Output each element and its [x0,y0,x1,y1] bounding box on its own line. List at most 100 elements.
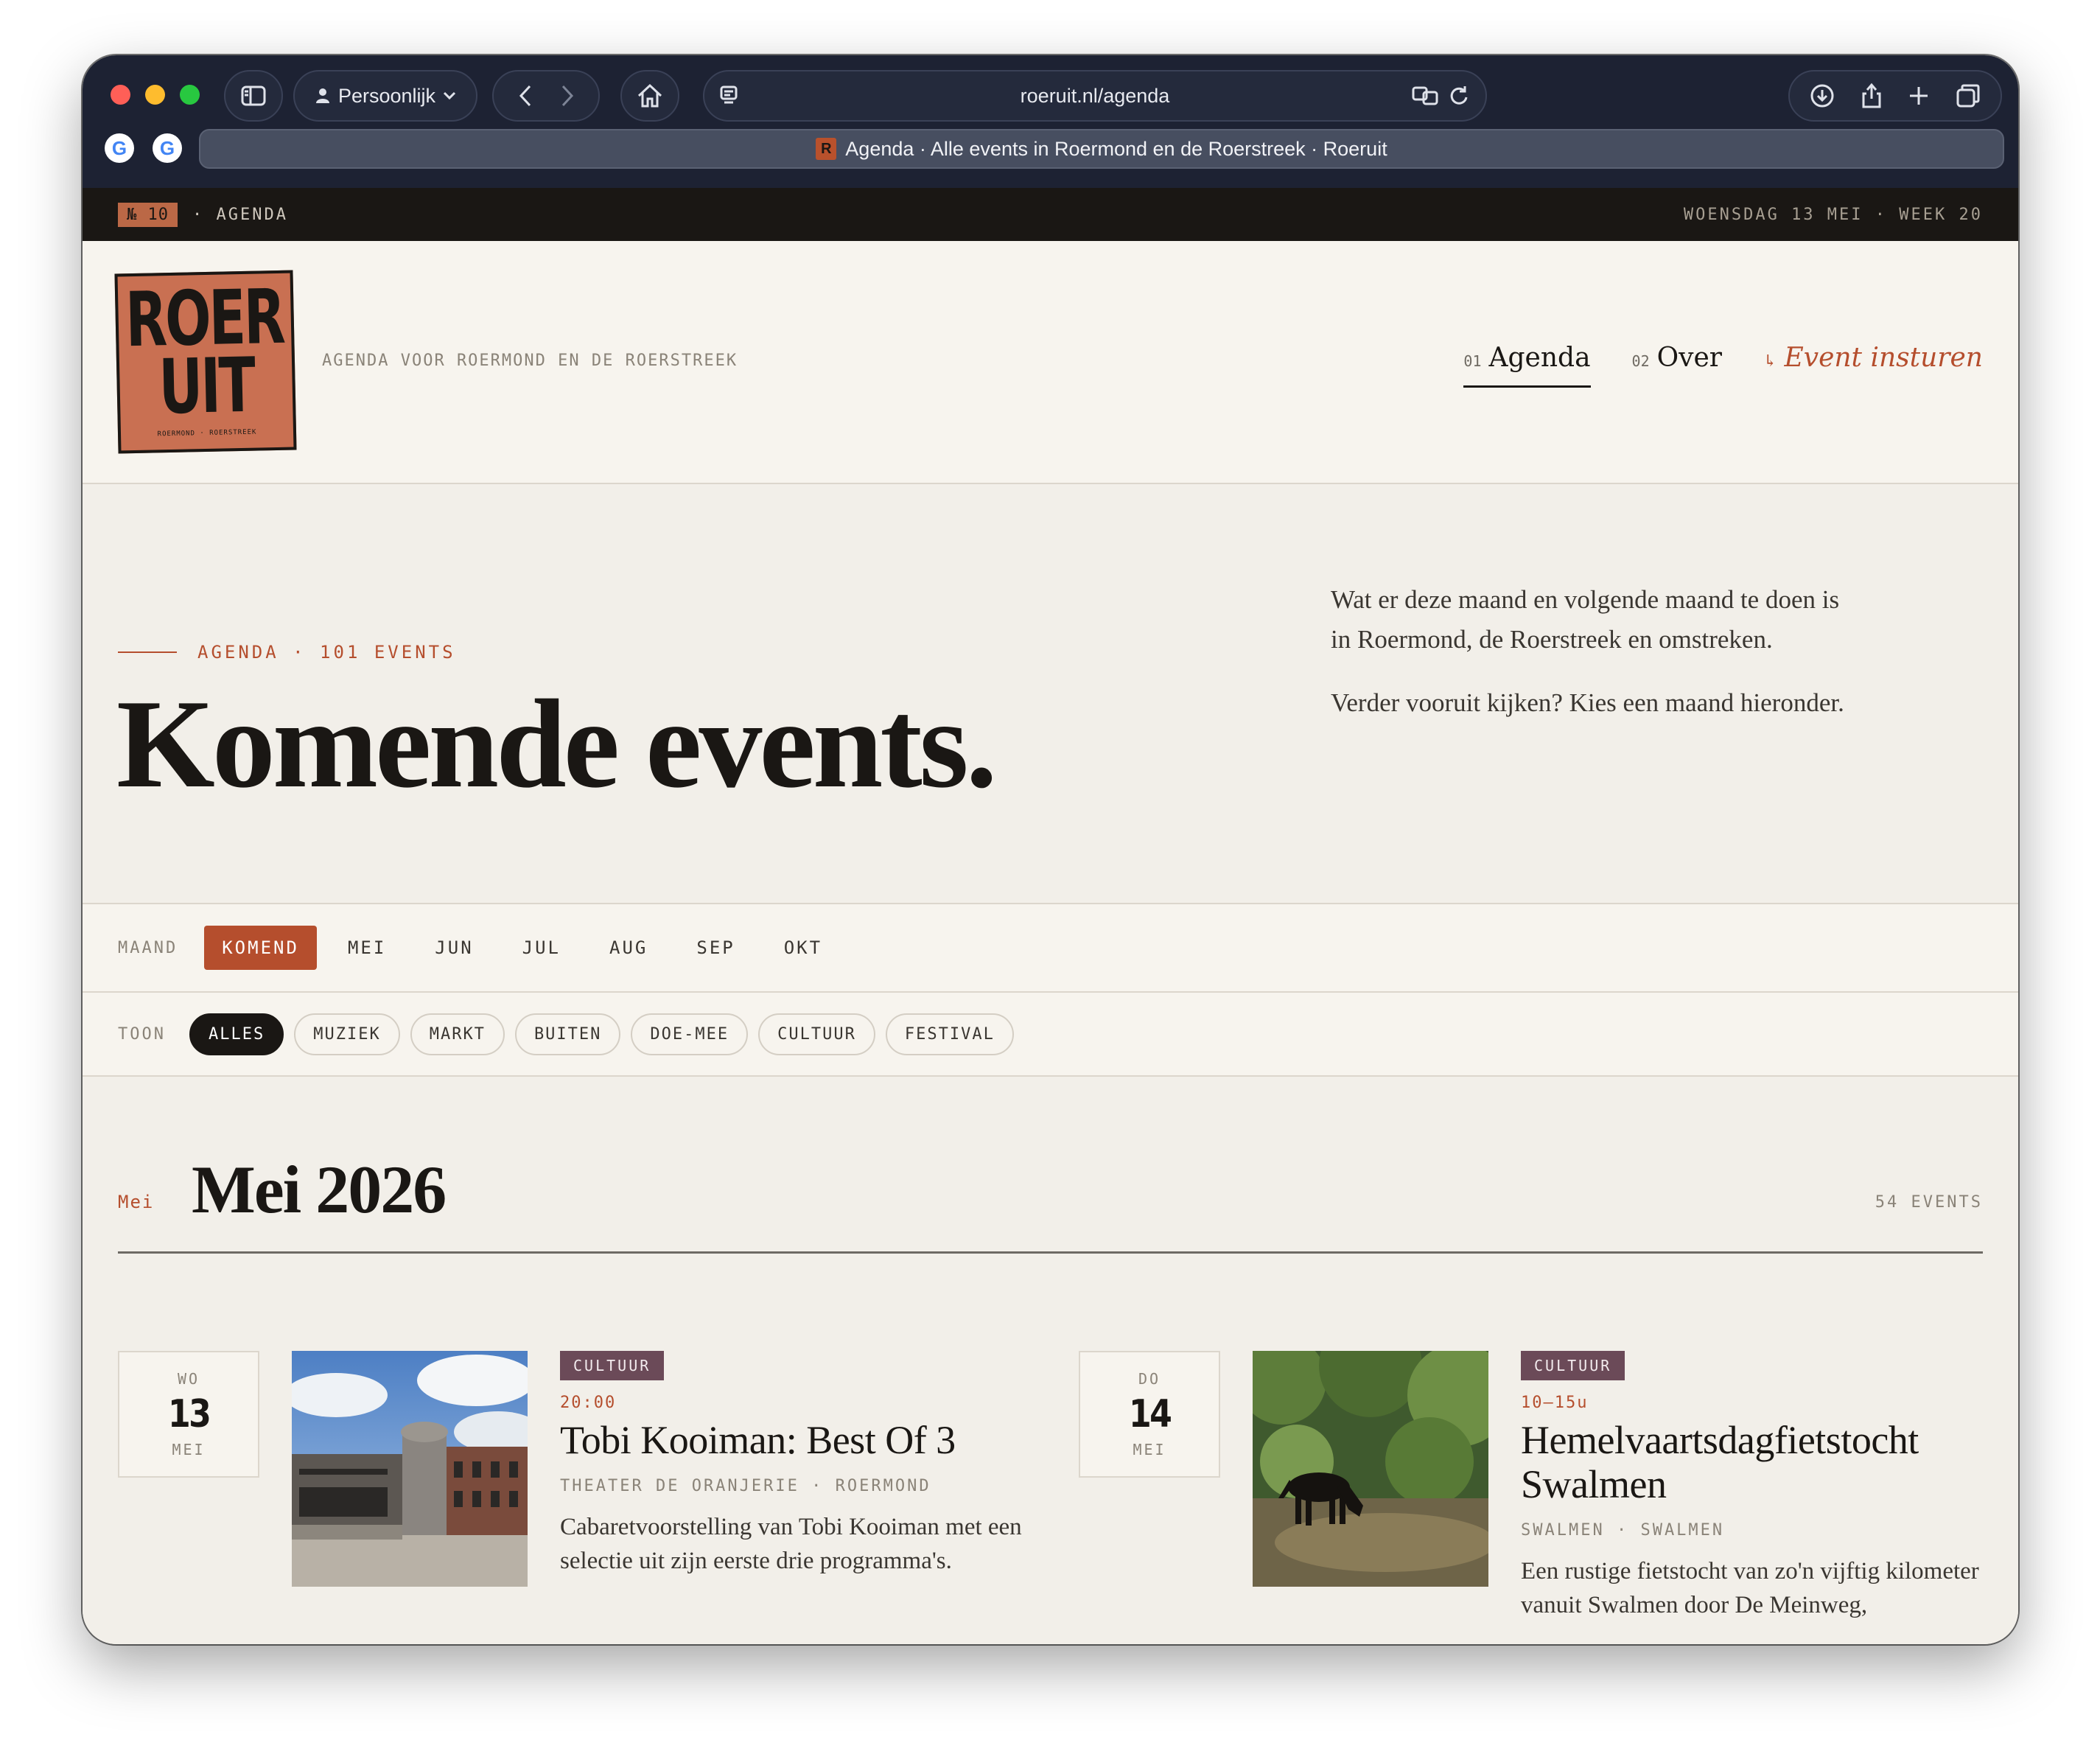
translate-icon[interactable] [1412,85,1440,107]
event-body: CULTUUR 10–15u Hemelvaartsdagfietstocht … [1521,1351,1992,1622]
home-button[interactable] [620,70,679,122]
nav-submit-event[interactable]: ↳ Event insturen [1763,343,1983,388]
hero-paragraph: Wat er deze maand en volgende maand te d… [1331,585,1840,654]
site-header: ROER UIT ROERMOND · ROERSTREEK AGENDA VO… [83,241,2018,484]
event-title[interactable]: Hemelvaartsdagfietstocht Swalmen [1521,1418,1992,1506]
issue-badge: № 10 [118,202,178,227]
category-filter: TOON ALLES MUZIEK MARKT BUITEN DOE-MEE C… [83,993,2018,1077]
window-controls [111,85,200,105]
hero-paragraph: Verder vooruit kijken? Kies een maand hi… [1331,688,1844,717]
download-icon[interactable] [1810,83,1835,108]
tab-row: G G R Agenda · Alle events in Roermond e… [83,127,2018,188]
event-weekday: WO [177,1370,200,1388]
event-image[interactable] [1253,1351,1488,1587]
month-filter-label: MAAND [118,938,178,957]
nav-number: 02 [1631,352,1650,370]
profile-button[interactable]: Persoonlijk [293,70,477,122]
google-favicon-icon[interactable]: G [153,133,182,163]
category-chip-cultuur[interactable]: CULTUUR [758,1013,875,1055]
section-event-count: 54 EVENTS [1875,1193,1983,1212]
event-month: MEI [1133,1441,1166,1458]
profile-label: Persoonlijk [337,84,436,107]
favicon-letter: R [821,140,832,157]
nav-label: Event insturen [1784,343,1983,373]
event-image[interactable] [292,1351,528,1587]
category-chip-markt[interactable]: MARKT [410,1013,505,1055]
category-chip-buiten[interactable]: BUITEN [514,1013,621,1055]
reload-icon[interactable] [1449,85,1469,107]
top-strip: № 10 · AGENDA WOENSDAG 13 MEI · WEEK 20 [83,188,2018,241]
site-tagline: AGENDA VOOR ROERMOND EN DE ROERSTREEK [322,352,738,370]
event-location: THEATER DE ORANJERIE · ROERMOND [560,1477,931,1495]
minimize-window-button[interactable] [145,85,165,105]
reader-view-icon[interactable] [719,85,738,107]
close-window-button[interactable] [111,85,130,105]
home-icon [637,83,662,108]
forward-arrow-icon[interactable] [560,84,575,108]
roeruit-favicon-icon: R [816,138,837,160]
active-tab[interactable]: R Agenda · Alle events in Roermond en de… [199,129,2004,169]
tab-overview-icon[interactable] [1956,83,1981,108]
event-day: 14 [1128,1392,1172,1436]
event-description: Een rustige fietstocht van zo'n vijftig … [1521,1558,1979,1618]
month-chip-mei[interactable]: MEI [330,926,404,970]
event-day: 13 [167,1392,211,1436]
month-chip-okt[interactable]: OKT [766,926,840,970]
event-month: MEI [172,1441,206,1458]
logo-line-2: UIT [158,341,255,432]
google-letter: G [111,136,127,159]
theater-building-photo [292,1351,528,1587]
month-chip-jul[interactable]: JUL [505,926,578,970]
month-section: Mei Mei 2026 54 EVENTS WO 13 MEI CULTUUR… [83,1077,2018,1637]
share-icon[interactable] [1861,83,1883,109]
browser-toolbar: Persoonlijk roeruit.nl/agenda G G R Agen… [83,55,2018,188]
new-tab-icon[interactable] [1908,85,1930,107]
eyebrow-rule [118,651,177,653]
month-section-header: Mei Mei 2026 54 EVENTS [118,1077,1983,1254]
event-title[interactable]: Tobi Kooiman: Best Of 3 [560,1418,1032,1462]
category-filter-label: TOON [118,1024,166,1044]
nav-over[interactable]: 02 Over [1632,343,1722,388]
roeruit-logo[interactable]: ROER UIT ROERMOND · ROERSTREEK [114,270,297,454]
category-badge: CULTUUR [560,1351,665,1380]
category-chip-alles[interactable]: ALLES [189,1013,284,1055]
event-time: 10–15u [1521,1394,1589,1412]
event-body: CULTUUR 20:00 Tobi Kooiman: Best Of 3 TH… [560,1351,1032,1578]
month-chip-komend[interactable]: KOMEND [204,926,317,970]
address-bar[interactable]: roeruit.nl/agenda [703,70,1487,122]
event-description: Cabaretvoorstelling van Tobi Kooiman met… [560,1514,1022,1574]
sidebar-toggle-button[interactable] [224,70,283,122]
month-chip-sep[interactable]: SEP [679,926,752,970]
month-chip-aug[interactable]: AUG [592,926,665,970]
category-chip-festival[interactable]: FESTIVAL [885,1013,1014,1055]
section-month-tag: Mei [118,1192,155,1212]
eyebrow-text: AGENDA · 101 EVENTS [197,642,456,663]
nav-agenda[interactable]: 01 Agenda [1463,343,1591,388]
address-bar-actions [1412,85,1469,107]
return-arrow-icon: ↳ [1763,352,1777,371]
history-navigation [492,70,600,122]
month-chip-jun[interactable]: JUN [417,926,491,970]
sidebar-icon [241,85,266,106]
page-title: Komende events. [116,674,998,814]
page-content: № 10 · AGENDA WOENSDAG 13 MEI · WEEK 20 … [83,188,2018,1644]
back-arrow-icon[interactable] [518,84,533,108]
main-nav: 01 Agenda 02 Over ↳ Event insturen [1463,343,1983,388]
category-chip-muziek[interactable]: MUZIEK [294,1013,400,1055]
google-letter: G [159,136,175,159]
zoom-window-button[interactable] [180,85,200,105]
category-chip-doe-mee[interactable]: DOE-MEE [631,1013,749,1055]
event-date: WO 13 MEI [118,1351,259,1478]
event-location: SWALMEN · SWALMEN [1521,1521,1725,1540]
url-text: roeruit.nl/agenda [1020,84,1170,107]
google-favicon-icon[interactable]: G [105,133,134,163]
hero-description: Wat er deze maand en volgende maand te d… [1331,580,1847,723]
hero-eyebrow: AGENDA · 101 EVENTS [118,642,456,663]
nav-number: 01 [1463,352,1482,370]
nav-label: Agenda [1488,343,1591,373]
browser-window: Persoonlijk roeruit.nl/agenda G G R Agen… [83,55,2018,1644]
event-list: WO 13 MEI CULTUUR 20:00 Tobi Kooiman: Be… [118,1254,1983,1637]
horse-at-water-photo [1253,1351,1488,1587]
chevron-down-icon [443,91,456,100]
nav-label: Over [1656,343,1723,373]
